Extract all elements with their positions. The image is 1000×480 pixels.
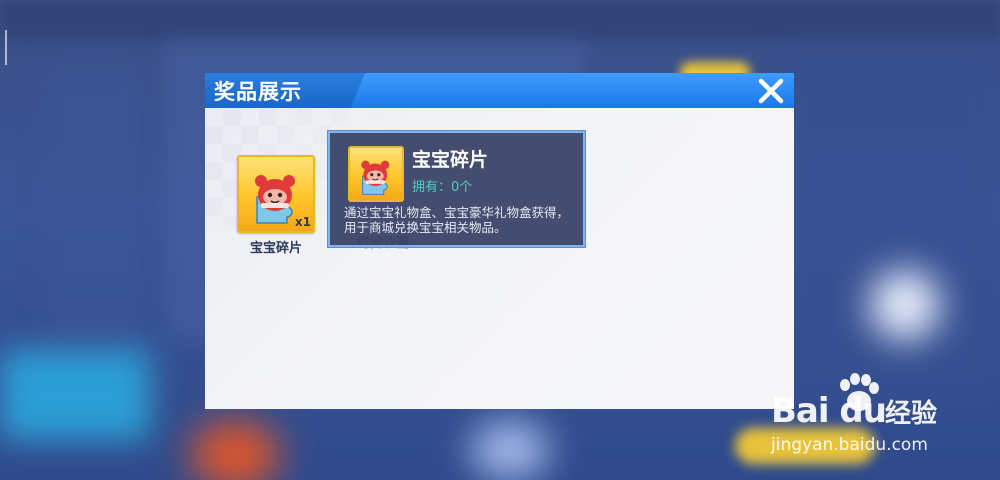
- reward-item[interactable]: x1 宝宝碎片: [237, 155, 315, 256]
- watermark-brand-cn: 经验: [885, 399, 938, 429]
- watermark-url: jingyan.baidu.com: [771, 435, 928, 455]
- reward-item-frame[interactable]: x1: [237, 155, 315, 233]
- side-indicator: [5, 30, 7, 65]
- reward-item-name: 宝宝碎片: [249, 241, 302, 256]
- baby-fragment-icon: [361, 160, 390, 195]
- tooltip-item-name: 宝宝碎片: [412, 149, 489, 171]
- dialog-title: 奖品展示: [214, 80, 302, 104]
- close-button[interactable]: [756, 76, 786, 106]
- item-tooltip: 宝宝碎片 拥有：0个 通过宝宝礼物盒、宝宝豪华礼物盒获得，用于商城兑换宝宝相关物…: [328, 131, 585, 247]
- tooltip-description: 通过宝宝礼物盒、宝宝豪华礼物盒获得，用于商城兑换宝宝相关物品。: [344, 205, 570, 235]
- dialog-header: 奖品展示: [205, 73, 794, 108]
- tooltip-item-frame: [348, 146, 404, 202]
- close-icon: [758, 78, 784, 104]
- item-quantity: x1: [294, 215, 311, 229]
- watermark-brand: Bai du: [771, 391, 887, 431]
- tooltip-owned-count: 拥有：0个: [412, 180, 473, 195]
- baidu-watermark: Bai du 经验 jingyan.baidu.com: [765, 373, 965, 463]
